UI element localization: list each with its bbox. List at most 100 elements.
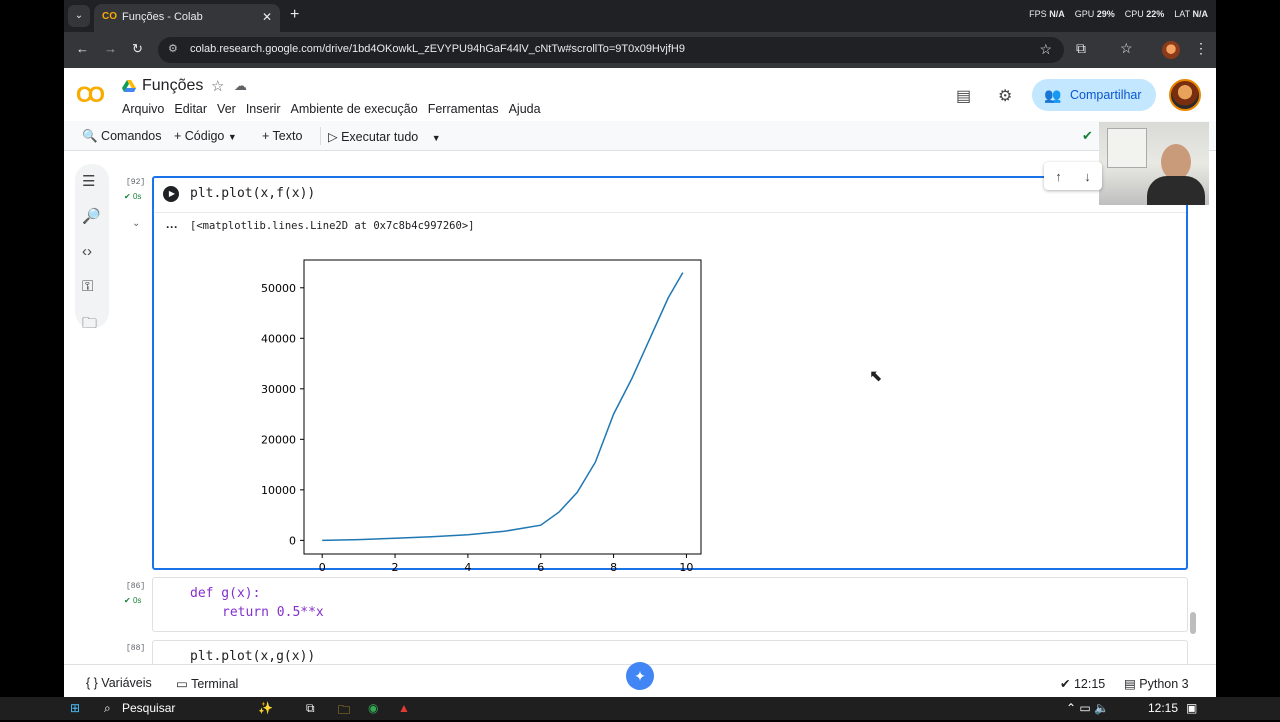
code-snippets-icon[interactable]: ‹› bbox=[82, 243, 92, 260]
exec-count: [88] bbox=[126, 644, 146, 653]
menu-arquivo[interactable]: Arquivo bbox=[122, 102, 164, 116]
extensions-icon[interactable]: ⧉ bbox=[1076, 40, 1086, 57]
y-tick-label: 20000 bbox=[261, 433, 296, 446]
settings-gear-icon[interactable]: ⚙ bbox=[998, 86, 1012, 106]
add-code-button[interactable]: + Código ▼ bbox=[174, 129, 237, 143]
x-tick-label: 0 bbox=[319, 561, 326, 574]
notifications-icon[interactable]: ▣ bbox=[1186, 701, 1197, 715]
menu-editar[interactable]: Editar bbox=[174, 102, 207, 116]
chrome-icon[interactable]: ◉ bbox=[368, 701, 378, 715]
people-icon: 👥 bbox=[1044, 87, 1062, 103]
copilot-sparkle-icon[interactable]: ✨ bbox=[258, 701, 273, 715]
star-notebook-icon[interactable]: ☆ bbox=[211, 77, 224, 95]
webcam-overlay bbox=[1099, 122, 1209, 205]
command-palette-button[interactable]: 🔍 Comandos bbox=[82, 129, 162, 144]
menu-ferramentas[interactable]: Ferramentas bbox=[428, 102, 499, 116]
windows-start-icon[interactable]: ⊞ bbox=[70, 701, 80, 715]
code-cell[interactable]: def g(x): return 0.5**x bbox=[152, 577, 1188, 632]
share-button[interactable]: 👥 Compartilhar bbox=[1032, 79, 1156, 111]
code-editor[interactable]: plt.plot(x,f(x)) bbox=[190, 186, 315, 201]
y-tick-label: 0 bbox=[289, 534, 296, 547]
omnibox[interactable]: ⚙ colab.research.google.com/drive/1bd4OK… bbox=[158, 37, 1064, 63]
close-tab-icon[interactable]: ✕ bbox=[262, 10, 272, 24]
notebook-area: [92] ✔ 0s ▶ plt.plot(x,f(x)) ⌄ ··· [<mat… bbox=[116, 152, 1216, 664]
scrollbar-thumb[interactable] bbox=[1190, 612, 1196, 634]
find-replace-icon[interactable]: 🔎 bbox=[82, 207, 101, 225]
cell-toolbar: ↑ ↓ bbox=[1044, 162, 1102, 190]
add-text-button[interactable]: + Texto bbox=[262, 129, 302, 143]
profile-avatar[interactable] bbox=[1162, 41, 1180, 59]
browser-tab[interactable]: CO Funções - Colab ✕ bbox=[94, 4, 280, 32]
last-run-time: 12:15 bbox=[1073, 677, 1106, 691]
table-of-contents-icon[interactable]: ☰ bbox=[82, 172, 95, 190]
exec-count: [86] bbox=[126, 582, 146, 591]
url-text[interactable]: colab.research.google.com/drive/1bd4OKow… bbox=[190, 43, 685, 55]
menu-ajuda[interactable]: Ajuda bbox=[509, 102, 541, 116]
code-line[interactable]: return 0.5**x bbox=[222, 605, 324, 620]
acrobat-icon[interactable]: ▲ bbox=[398, 701, 410, 715]
taskbar-search[interactable]: Pesquisar bbox=[122, 701, 175, 715]
y-tick-label: 40000 bbox=[261, 332, 296, 345]
menu-bar: Arquivo Editar Ver Inserir Ambiente de e… bbox=[122, 102, 541, 116]
comments-icon[interactable]: ▤ bbox=[956, 86, 971, 106]
run-all-button[interactable]: ▷ Executar tudo ▼ bbox=[328, 129, 441, 144]
cell-output-divider bbox=[154, 212, 1186, 213]
x-tick-label: 2 bbox=[392, 561, 399, 574]
chart-container: 0 2 4 6 8 10 0 10000 20000 30000 40000 50000 bbox=[242, 258, 702, 583]
search-icon[interactable]: ⌕ bbox=[104, 701, 111, 716]
bookmarks-icon[interactable]: ☆ bbox=[1120, 40, 1133, 57]
clock[interactable]: 12:15 bbox=[1148, 701, 1178, 715]
secrets-key-icon[interactable]: ⚿ bbox=[82, 278, 93, 295]
file-explorer-icon[interactable]: 🗀 bbox=[338, 701, 350, 722]
cpu-value: 22% bbox=[1146, 9, 1165, 19]
variables-label: Variáveis bbox=[101, 676, 152, 690]
more-menu-icon[interactable]: ⋮ bbox=[1194, 40, 1208, 57]
back-icon[interactable]: ← bbox=[76, 41, 89, 56]
code-editor[interactable]: plt.plot(x,g(x)) bbox=[190, 649, 315, 664]
exec-status: ✔ 0s bbox=[124, 596, 142, 605]
perf-overlay: FPS N/A GPU 29% CPU 22% LAT N/A bbox=[1029, 9, 1208, 19]
output-text: [<matplotlib.lines.Line2D at 0x7c8b4c997… bbox=[190, 220, 475, 232]
task-view-icon[interactable]: ⧉ bbox=[306, 701, 315, 716]
chevron-down-icon[interactable]: ▼ bbox=[228, 132, 237, 142]
run-cell-button[interactable]: ▶ bbox=[163, 186, 179, 202]
notebook-title[interactable]: Funções bbox=[142, 77, 203, 95]
run-all-chevron-icon[interactable]: ▼ bbox=[432, 133, 441, 143]
menu-inserir[interactable]: Inserir bbox=[246, 102, 281, 116]
new-tab-button[interactable]: + bbox=[290, 6, 299, 24]
lat-value: N/A bbox=[1192, 9, 1209, 19]
move-up-icon[interactable]: ↑ bbox=[1055, 169, 1062, 184]
code-cell[interactable]: plt.plot(x,g(x)) bbox=[152, 640, 1188, 664]
forward-icon[interactable]: → bbox=[104, 41, 117, 56]
code-text: return 0.5**x bbox=[222, 605, 324, 620]
terminal-button[interactable]: ▭ Terminal bbox=[176, 676, 238, 691]
mouse-cursor-icon: ⬉ bbox=[869, 368, 883, 385]
collapse-output-icon[interactable]: ⌄ bbox=[132, 218, 140, 229]
code-cell-active[interactable]: ▶ plt.plot(x,f(x)) ⌄ ··· [<matplotlib.li… bbox=[132, 176, 1188, 574]
code-text: def g(x): bbox=[190, 586, 261, 601]
runtime-button[interactable]: ▤ Python 3 bbox=[1124, 676, 1189, 691]
colab-logo[interactable]: CO bbox=[76, 82, 105, 108]
fps-label: FPS bbox=[1029, 9, 1047, 19]
cloud-saved-icon[interactable]: ☁ bbox=[234, 78, 247, 94]
connected-check-icon[interactable]: ✔ bbox=[1082, 128, 1093, 144]
menu-ver[interactable]: Ver bbox=[217, 102, 236, 116]
site-info-icon[interactable]: ⚙ bbox=[168, 42, 178, 55]
toolbar-divider bbox=[320, 127, 321, 145]
menu-ambiente[interactable]: Ambiente de execução bbox=[291, 102, 418, 116]
system-tray-icons[interactable]: ⌃ ▭ 🔈 bbox=[1066, 701, 1109, 715]
browser-window: ⌄ CO Funções - Colab ✕ + FPS N/A GPU 29%… bbox=[64, 0, 1216, 697]
move-down-icon[interactable]: ↓ bbox=[1084, 169, 1091, 184]
reload-icon[interactable]: ↻ bbox=[132, 41, 143, 57]
variables-button[interactable]: { } Variáveis bbox=[86, 676, 152, 690]
x-tick-label: 4 bbox=[464, 561, 471, 574]
tab-search-button[interactable]: ⌄ bbox=[68, 5, 90, 27]
user-avatar[interactable] bbox=[1169, 79, 1201, 111]
share-label: Compartilhar bbox=[1070, 88, 1142, 102]
bookmark-star-icon[interactable]: ☆ bbox=[1039, 41, 1052, 58]
last-run-status[interactable]: ✔ 12:15 bbox=[1060, 676, 1105, 691]
gemini-icon[interactable]: ✦ bbox=[626, 662, 654, 690]
code-line[interactable]: def g(x): bbox=[190, 586, 260, 601]
output-actions-icon[interactable]: ··· bbox=[166, 220, 178, 234]
files-folder-icon[interactable]: 🗀 bbox=[82, 313, 97, 338]
